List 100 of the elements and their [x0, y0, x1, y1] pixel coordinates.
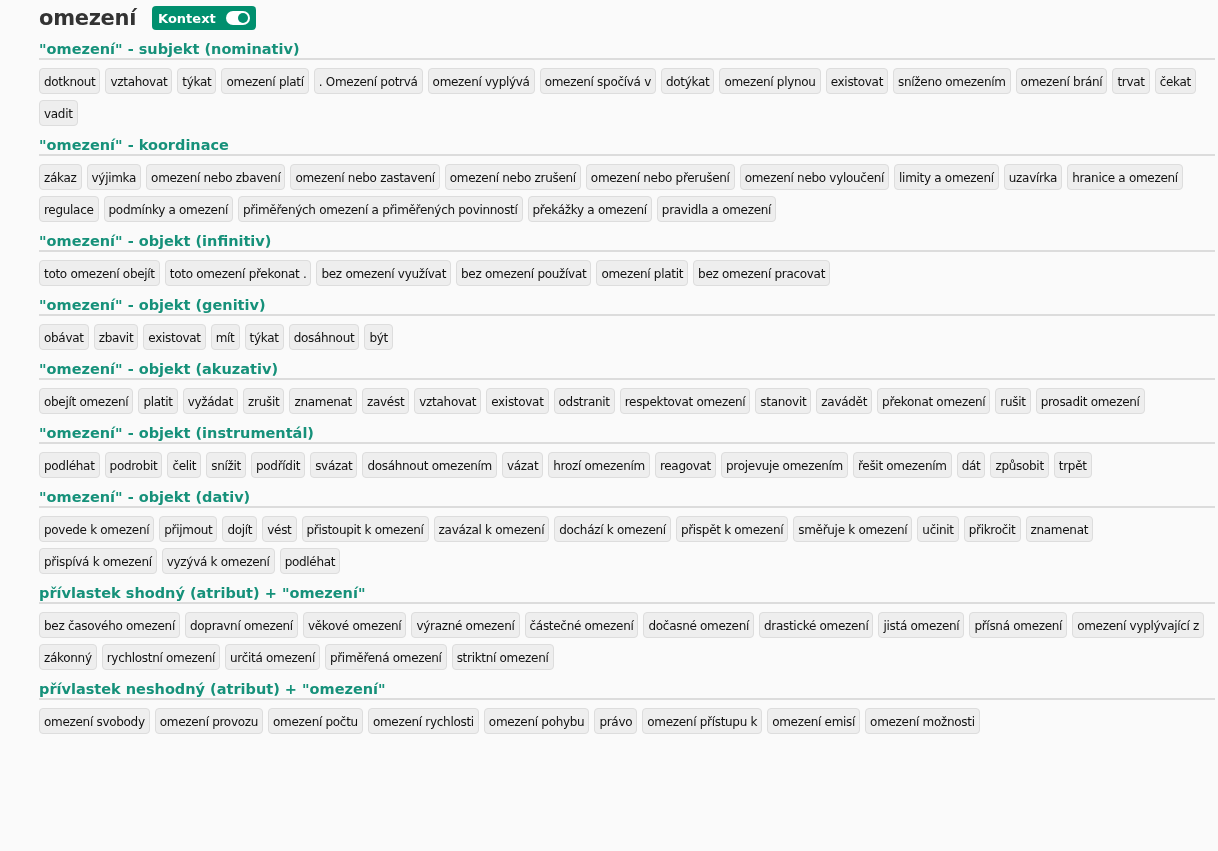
- collocation-chip[interactable]: omezení pohybu: [483, 708, 590, 734]
- collocation-chip[interactable]: přistoupit k omezení: [301, 516, 429, 542]
- collocation-chip[interactable]: toto omezení obejít: [39, 260, 160, 286]
- collocation-chip[interactable]: omezení nebo přerušení: [585, 164, 735, 190]
- collocation-chip[interactable]: pravidla a omezení: [656, 196, 777, 222]
- collocation-chip[interactable]: přijmout: [159, 516, 218, 542]
- collocation-chip[interactable]: bez časového omezení: [39, 612, 180, 638]
- collocation-chip[interactable]: existovat: [143, 324, 206, 350]
- collocation-chip[interactable]: věkové omezení: [302, 612, 407, 638]
- collocation-chip[interactable]: učinit: [917, 516, 959, 542]
- collocation-chip[interactable]: hranice a omezení: [1067, 164, 1183, 190]
- collocation-chip[interactable]: překonat omezení: [877, 388, 991, 414]
- collocation-chip[interactable]: přiměřených omezení a přiměřených povinností: [238, 196, 523, 222]
- collocation-chip[interactable]: překážky a omezení: [527, 196, 652, 222]
- collocation-chip[interactable]: podléhat: [279, 548, 341, 574]
- collocation-chip[interactable]: určitá omezení: [225, 644, 320, 670]
- collocation-chip[interactable]: dočasné omezení: [643, 612, 754, 638]
- collocation-chip[interactable]: odstranit: [553, 388, 615, 414]
- collocation-chip[interactable]: dát: [956, 452, 986, 478]
- collocation-chip[interactable]: omezení svobody: [39, 708, 150, 734]
- collocation-chip[interactable]: vázat: [501, 452, 544, 478]
- collocation-chip[interactable]: omezení spočívá v: [539, 68, 656, 94]
- collocation-chip[interactable]: existovat: [486, 388, 549, 414]
- collocation-chip[interactable]: jistá omezení: [878, 612, 965, 638]
- collocation-chip[interactable]: omezení nebo vyloučení: [739, 164, 890, 190]
- collocation-chip[interactable]: mít: [210, 324, 240, 350]
- collocation-chip[interactable]: projevuje omezením: [721, 452, 848, 478]
- collocation-chip[interactable]: limity a omezení: [894, 164, 999, 190]
- collocation-chip[interactable]: přiměřená omezení: [324, 644, 447, 670]
- collocation-chip[interactable]: omezení rychlosti: [367, 708, 479, 734]
- collocation-chip[interactable]: omezení plynou: [719, 68, 821, 94]
- collocation-chip[interactable]: hrozí omezením: [548, 452, 650, 478]
- collocation-chip[interactable]: zrušit: [243, 388, 285, 414]
- collocation-chip[interactable]: omezení vyplývá: [427, 68, 535, 94]
- collocation-chip[interactable]: omezení nebo zastavení: [290, 164, 440, 190]
- collocation-chip[interactable]: řešit omezením: [852, 452, 952, 478]
- collocation-chip[interactable]: dotknout: [39, 68, 101, 94]
- collocation-chip[interactable]: vztahovat: [414, 388, 482, 414]
- collocation-chip[interactable]: prosadit omezení: [1035, 388, 1145, 414]
- collocation-chip[interactable]: dopravní omezení: [184, 612, 298, 638]
- collocation-chip[interactable]: znamenat: [289, 388, 357, 414]
- collocation-chip[interactable]: bez omezení používat: [456, 260, 592, 286]
- collocation-chip[interactable]: bez omezení využívat: [316, 260, 452, 286]
- collocation-chip[interactable]: platit: [138, 388, 178, 414]
- collocation-chip[interactable]: přispívá k omezení: [39, 548, 157, 574]
- collocation-chip[interactable]: omezení nebo zbavení: [146, 164, 286, 190]
- collocation-chip[interactable]: regulace: [39, 196, 99, 222]
- collocation-chip[interactable]: uzavírka: [1003, 164, 1063, 190]
- collocation-chip[interactable]: výrazné omezení: [411, 612, 520, 638]
- collocation-chip[interactable]: sníženo omezením: [893, 68, 1011, 94]
- collocation-chip[interactable]: toto omezení překonat .: [164, 260, 312, 286]
- collocation-chip[interactable]: omezení nebo zrušení: [444, 164, 581, 190]
- collocation-chip[interactable]: omezení brání: [1015, 68, 1108, 94]
- collocation-chip[interactable]: striktní omezení: [451, 644, 554, 670]
- collocation-chip[interactable]: omezení přístupu k: [642, 708, 763, 734]
- collocation-chip[interactable]: respektovat omezení: [619, 388, 751, 414]
- collocation-chip[interactable]: omezení platit: [596, 260, 689, 286]
- collocation-chip[interactable]: vést: [262, 516, 297, 542]
- collocation-chip[interactable]: přispět k omezení: [675, 516, 789, 542]
- collocation-chip[interactable]: vadit: [39, 100, 78, 126]
- collocation-chip[interactable]: . Omezení potrvá: [313, 68, 423, 94]
- collocation-chip[interactable]: zákonný: [39, 644, 97, 670]
- collocation-chip[interactable]: týkat: [177, 68, 217, 94]
- collocation-chip[interactable]: čelit: [167, 452, 202, 478]
- collocation-chip[interactable]: dochází k omezení: [554, 516, 671, 542]
- collocation-chip[interactable]: týkat: [244, 324, 284, 350]
- collocation-chip[interactable]: omezení emisí: [767, 708, 861, 734]
- collocation-chip[interactable]: být: [364, 324, 393, 350]
- collocation-chip[interactable]: zavádět: [816, 388, 873, 414]
- collocation-chip[interactable]: směřuje k omezení: [793, 516, 913, 542]
- collocation-chip[interactable]: dosáhnout omezením: [362, 452, 497, 478]
- collocation-chip[interactable]: reagovat: [654, 452, 717, 478]
- collocation-chip[interactable]: snížit: [206, 452, 246, 478]
- collocation-chip[interactable]: svázat: [310, 452, 358, 478]
- collocation-chip[interactable]: zbavit: [93, 324, 139, 350]
- collocation-chip[interactable]: znamenat: [1025, 516, 1094, 542]
- collocation-chip[interactable]: existovat: [825, 68, 889, 94]
- collocation-chip[interactable]: částečné omezení: [524, 612, 639, 638]
- collocation-chip[interactable]: trpět: [1053, 452, 1092, 478]
- collocation-chip[interactable]: omezení platí: [221, 68, 309, 94]
- collocation-chip[interactable]: vztahovat: [105, 68, 173, 94]
- collocation-chip[interactable]: zavázal k omezení: [433, 516, 550, 542]
- collocation-chip[interactable]: povede k omezení: [39, 516, 155, 542]
- collocation-chip[interactable]: podmínky a omezení: [103, 196, 233, 222]
- collocation-chip[interactable]: způsobit: [990, 452, 1049, 478]
- collocation-chip[interactable]: čekat: [1154, 68, 1196, 94]
- collocation-chip[interactable]: přikročit: [963, 516, 1021, 542]
- collocation-chip[interactable]: dotýkat: [660, 68, 715, 94]
- collocation-chip[interactable]: omezení vyplývající z: [1072, 612, 1205, 638]
- collocation-chip[interactable]: zákaz: [39, 164, 82, 190]
- collocation-chip[interactable]: podléhat: [39, 452, 100, 478]
- collocation-chip[interactable]: trvat: [1112, 68, 1150, 94]
- collocation-chip[interactable]: vyzývá k omezení: [161, 548, 275, 574]
- collocation-chip[interactable]: vyžádat: [182, 388, 239, 414]
- collocation-chip[interactable]: výjimka: [86, 164, 142, 190]
- collocation-chip[interactable]: přísná omezení: [969, 612, 1068, 638]
- collocation-chip[interactable]: drastické omezení: [759, 612, 874, 638]
- collocation-chip[interactable]: rychlostní omezení: [101, 644, 220, 670]
- collocation-chip[interactable]: omezení možnosti: [865, 708, 980, 734]
- collocation-chip[interactable]: omezení počtu: [268, 708, 363, 734]
